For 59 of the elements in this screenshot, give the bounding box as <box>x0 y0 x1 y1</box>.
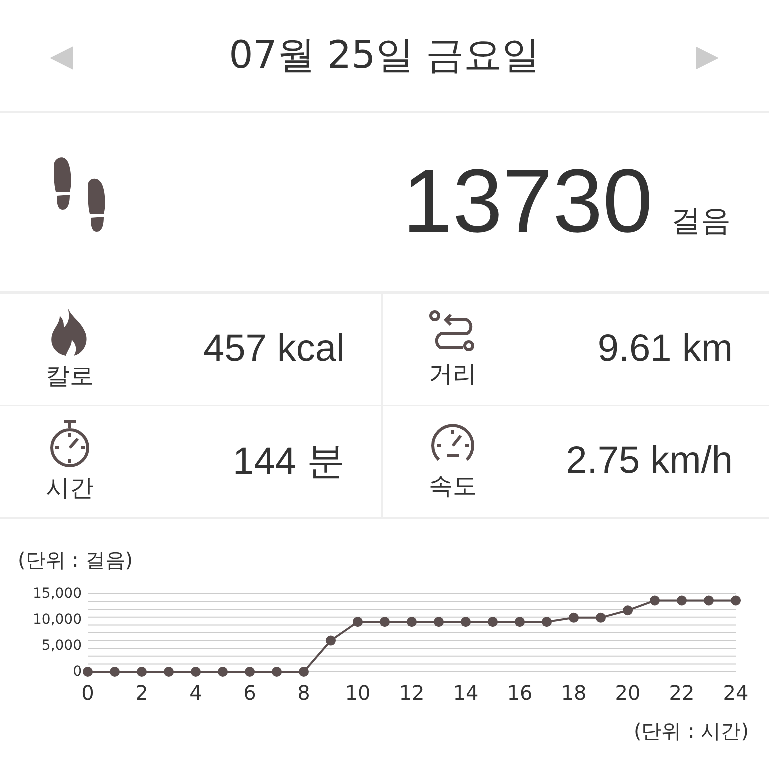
x-tick-label: 8 <box>298 681 310 705</box>
stat-value: 144 분 <box>233 440 345 485</box>
data-point <box>164 667 174 677</box>
x-tick-label: 4 <box>190 681 202 705</box>
data-point <box>515 617 525 628</box>
x-tick-label: 18 <box>561 681 587 705</box>
date-title: 07월 25일 금요일 <box>229 32 540 79</box>
x-tick-label: 16 <box>507 681 533 705</box>
data-point <box>110 667 120 677</box>
data-point <box>245 667 255 677</box>
data-point <box>218 667 228 677</box>
data-point <box>299 667 309 677</box>
data-point <box>650 596 660 606</box>
data-point <box>731 596 741 606</box>
data-point <box>677 596 687 606</box>
data-point <box>353 617 363 628</box>
previous-day-button[interactable]: ◀ <box>50 38 73 74</box>
data-point <box>488 617 498 628</box>
data-point <box>461 617 471 628</box>
stat-label: 시간 <box>46 472 94 504</box>
x-tick-label: 2 <box>136 681 148 705</box>
data-point <box>137 667 147 677</box>
data-point <box>191 667 201 677</box>
next-day-button[interactable]: ▶ <box>696 38 719 74</box>
x-tick-label: 12 <box>399 681 425 705</box>
x-tick-label: 22 <box>669 681 695 705</box>
data-point <box>407 617 417 628</box>
chart-unit-label: (단위 : 걸음) <box>18 547 134 574</box>
stat-label: 칼로 <box>46 360 94 392</box>
stat-label: 속도 <box>429 470 477 502</box>
x-tick-label: 20 <box>615 681 641 705</box>
x-tick-label: 14 <box>453 681 479 705</box>
x-tick-label: 6 <box>244 681 256 705</box>
data-point <box>272 667 282 677</box>
data-point <box>623 606 633 616</box>
x-tick-label: 10 <box>345 681 371 705</box>
route-icon <box>429 310 477 354</box>
x-tick-label: 0 <box>82 681 94 705</box>
y-tick-label: 5,000 <box>42 638 82 654</box>
y-tick-label: 15,000 <box>33 586 82 602</box>
data-point <box>542 617 552 628</box>
data-point <box>704 596 714 606</box>
stat-value: 9.61 km <box>598 328 733 371</box>
y-tick-label: 10,000 <box>33 612 82 628</box>
step-count: 13730 <box>402 150 653 254</box>
stat-label: 거리 <box>429 358 477 390</box>
stat-value: 2.75 km/h <box>566 440 733 483</box>
y-tick-label: 0 <box>73 664 82 680</box>
data-point <box>434 617 444 628</box>
data-point <box>596 612 606 623</box>
data-point <box>83 667 93 677</box>
stat-value: 457 kcal <box>203 328 345 371</box>
data-point <box>326 636 336 646</box>
data-point <box>380 617 390 628</box>
step-unit: 걸음 <box>671 202 731 240</box>
x-tick-label: 24 <box>723 681 749 705</box>
x-axis-label: (단위 : 시간) <box>632 718 749 745</box>
data-point <box>569 612 579 623</box>
stopwatch-icon <box>48 420 92 468</box>
